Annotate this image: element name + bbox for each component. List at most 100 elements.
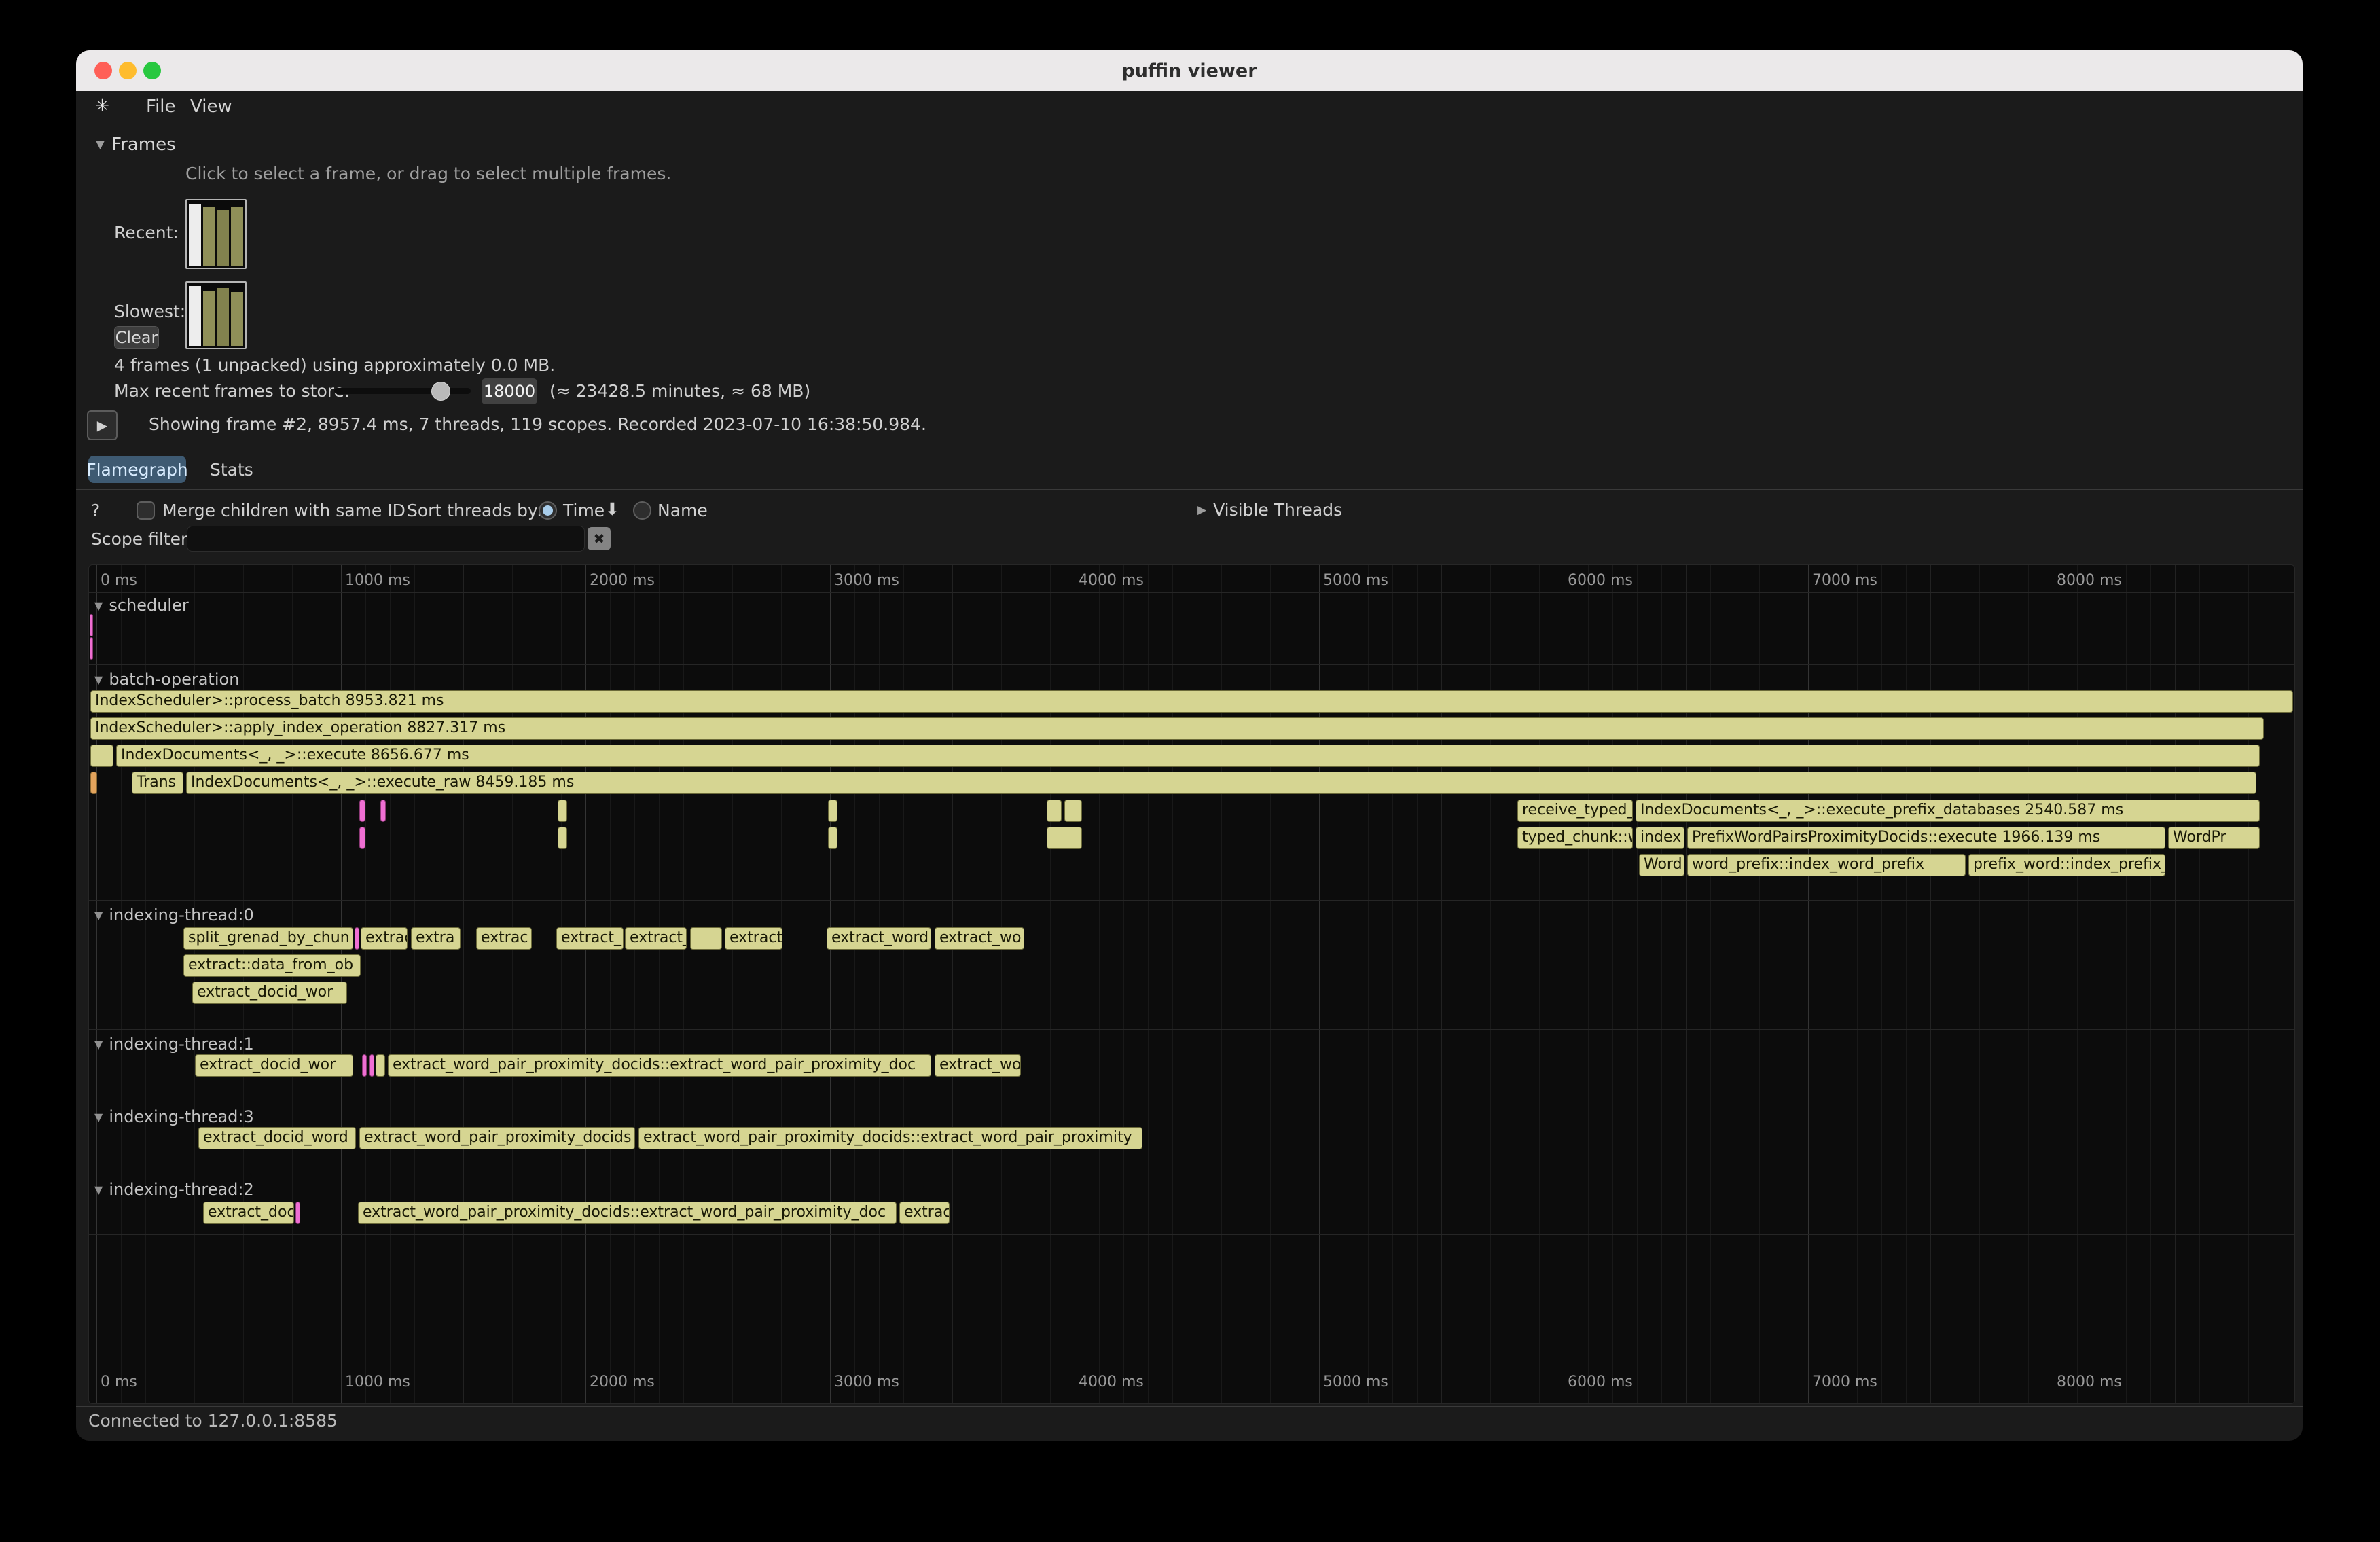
visible-threads-toggle[interactable]: ▶ Visible Threads <box>1197 500 1342 520</box>
scope-bar[interactable]: extract_word_pair_proximity_docids::extr… <box>638 1127 1142 1149</box>
frame-thumb-bar[interactable] <box>231 207 243 266</box>
scope-bar[interactable]: WordPr <box>2168 827 2260 849</box>
menu-view[interactable]: View <box>190 96 232 117</box>
thread-header-indexing-thread-3[interactable]: ▼indexing-thread:3 <box>94 1107 254 1127</box>
recent-thumbs[interactable] <box>185 199 247 269</box>
menu-file[interactable]: File <box>146 96 176 117</box>
scope-bar[interactable] <box>828 800 837 822</box>
scope-bar[interactable]: receive_typed_ <box>1517 800 1633 822</box>
scope-bar[interactable]: Trans <box>132 772 183 794</box>
scope-bar[interactable]: IndexDocuments<_, _>::execute_raw 8459.1… <box>186 772 2256 794</box>
thread-header-indexing-thread-1[interactable]: ▼indexing-thread:1 <box>94 1034 254 1054</box>
scope-bar[interactable]: extrac <box>476 927 532 950</box>
scope-bar[interactable] <box>90 745 113 767</box>
scope-bar[interactable] <box>90 637 93 660</box>
frame-thumb-bar[interactable] <box>189 286 201 346</box>
scope-bar[interactable]: index <box>1636 827 1684 849</box>
scope-bar[interactable]: extract::data_from_ob <box>183 954 361 977</box>
collapse-icon: ▼ <box>94 1183 103 1196</box>
frame-thumb-bar[interactable] <box>217 288 230 346</box>
thread-header-scheduler[interactable]: ▼scheduler <box>94 595 189 615</box>
scope-bar[interactable] <box>376 1054 385 1077</box>
sort-direction-icon[interactable]: ⬇ <box>605 499 619 520</box>
thread-separator <box>89 1234 2294 1235</box>
axis-label: 5000 ms <box>1323 1374 1388 1391</box>
scope-bar[interactable] <box>1064 800 1082 822</box>
flamegraph-canvas[interactable]: 0 ms0 ms1000 ms1000 ms2000 ms2000 ms3000… <box>88 564 2295 1404</box>
slowest-thumbs[interactable] <box>185 281 247 349</box>
max-frames-value[interactable]: 18000 <box>482 378 537 404</box>
scope-bar[interactable]: extract <box>725 927 782 950</box>
scope-bar[interactable]: IndexDocuments<_, _>::execute 8656.677 m… <box>116 745 2260 767</box>
scope-bar[interactable] <box>558 827 567 849</box>
scope-bar[interactable]: extract_wo <box>935 927 1024 950</box>
scope-bar[interactable]: Word <box>1639 854 1684 876</box>
help-button[interactable]: ? <box>91 500 100 522</box>
theme-toggle-icon[interactable]: ✳ <box>95 96 109 115</box>
scope-bar[interactable] <box>690 927 722 950</box>
scope-bar[interactable] <box>295 1202 300 1224</box>
scope-bar[interactable]: extract_word_pair_proximity_docids <box>359 1127 635 1149</box>
frame-thumb-bar[interactable] <box>231 292 243 346</box>
merge-children-checkbox[interactable] <box>137 501 155 520</box>
scope-bar[interactable] <box>90 772 97 794</box>
frames-section-header[interactable]: ▼ Frames <box>96 135 176 155</box>
merge-children-label[interactable]: Merge children with same ID <box>162 500 405 522</box>
scope-bar[interactable] <box>362 1054 367 1077</box>
scope-bar[interactable]: IndexScheduler>::apply_index_operation 8… <box>90 717 2264 740</box>
scope-bar[interactable]: IndexScheduler>::process_batch 8953.821 … <box>90 690 2293 713</box>
thread-header-indexing-thread-2[interactable]: ▼indexing-thread:2 <box>94 1179 254 1200</box>
tab-flamegraph[interactable]: Flamegraph <box>88 456 186 483</box>
scope-bar[interactable]: extract_docid_wor <box>192 982 347 1004</box>
scope-bar[interactable] <box>1047 827 1082 849</box>
scope-bar[interactable]: extract_wo <box>935 1054 1021 1077</box>
scope-bar[interactable]: extract_ <box>556 927 624 950</box>
frame-thumb-bar[interactable] <box>217 210 230 266</box>
scope-bar[interactable] <box>1047 800 1062 822</box>
scope-bar[interactable]: extract_docid_wor <box>195 1054 353 1077</box>
scope-bar[interactable] <box>558 800 567 822</box>
sort-name-label[interactable]: Name <box>657 500 708 522</box>
minimize-window-button[interactable] <box>119 62 137 79</box>
scope-bar[interactable]: extra <box>411 927 461 950</box>
collapse-icon: ▼ <box>96 138 105 151</box>
scope-bar[interactable]: extract_doc <box>203 1202 294 1224</box>
scope-bar[interactable] <box>355 927 359 950</box>
scope-bar[interactable] <box>359 827 365 849</box>
frame-thumb-bar[interactable] <box>189 204 201 266</box>
frame-thumb-bar[interactable] <box>203 207 215 266</box>
scope-filter-clear-button[interactable]: ✖ <box>588 527 611 550</box>
scope-bar[interactable]: extract_word <box>827 927 931 950</box>
clear-button[interactable]: Clear <box>114 326 159 349</box>
zoom-window-button[interactable] <box>143 62 161 79</box>
scope-bar[interactable] <box>90 614 93 636</box>
scope-filter-input[interactable] <box>187 526 585 552</box>
sort-time-label[interactable]: Time <box>563 500 605 522</box>
scope-bar[interactable] <box>380 800 386 822</box>
scope-bar[interactable] <box>369 1054 374 1077</box>
scope-bar[interactable] <box>828 827 837 849</box>
scope-bar[interactable]: extract_ <box>625 927 687 950</box>
scope-bar[interactable] <box>359 800 365 822</box>
scope-bar[interactable]: split_grenad_by_chun <box>183 927 353 950</box>
scope-bar[interactable]: word_prefix::index_word_prefix <box>1687 854 1966 876</box>
scope-bar[interactable]: extract <box>361 927 408 950</box>
tab-stats[interactable]: Stats <box>210 459 253 481</box>
scope-bar[interactable]: PrefixWordPairsProximityDocids::execute … <box>1687 827 2165 849</box>
frame-thumb-bar[interactable] <box>203 291 215 346</box>
scope-bar[interactable]: prefix_word::index_prefix_wo <box>1968 854 2165 876</box>
scope-bar[interactable]: extract_docid_word <box>198 1127 356 1149</box>
thread-separator <box>89 1029 2294 1030</box>
scope-bar[interactable]: IndexDocuments<_, _>::execute_prefix_dat… <box>1636 800 2260 822</box>
scope-bar[interactable]: extract_word_pair_proximity_docids::extr… <box>388 1054 931 1077</box>
sort-name-radio[interactable] <box>633 501 651 520</box>
scope-bar[interactable]: extract_word_pair_proximity_docids::extr… <box>358 1202 897 1224</box>
scope-bar[interactable]: typed_chunk::w <box>1517 827 1633 849</box>
play-button[interactable]: ▶ <box>87 410 118 440</box>
scope-bar[interactable]: extrac <box>899 1202 950 1224</box>
close-window-button[interactable] <box>94 62 112 79</box>
max-frames-slider-handle[interactable] <box>431 382 450 401</box>
thread-header-indexing-thread-0[interactable]: ▼indexing-thread:0 <box>94 905 254 925</box>
sort-time-radio[interactable] <box>539 501 557 520</box>
thread-header-batch-operation[interactable]: ▼batch-operation <box>94 669 239 689</box>
